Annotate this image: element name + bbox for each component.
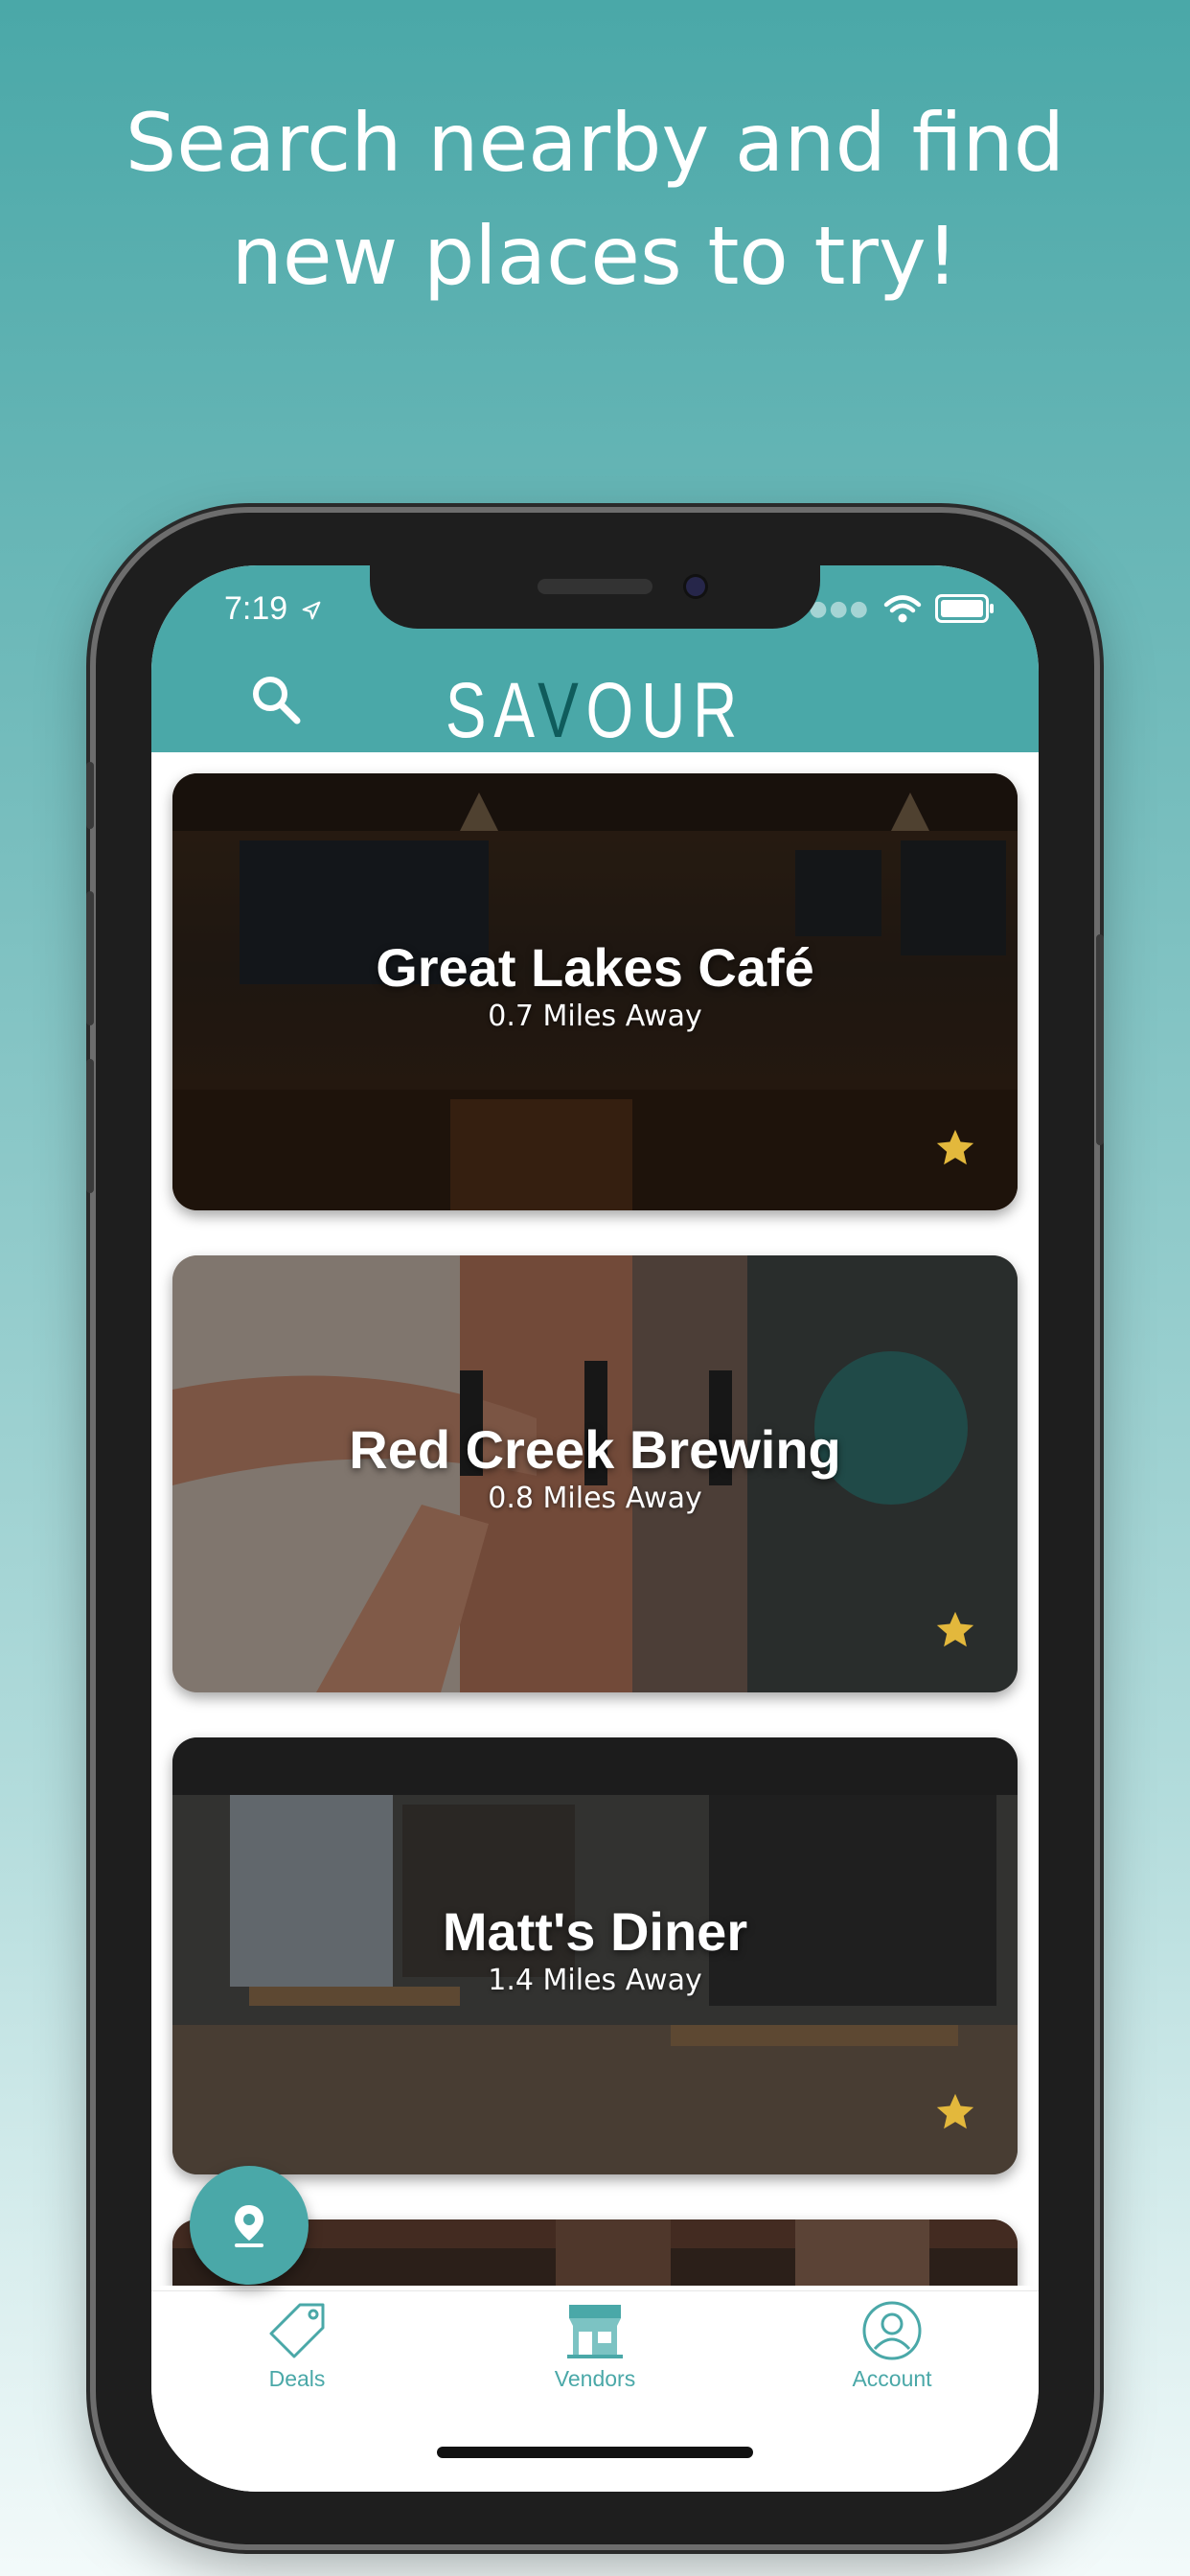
app-logo: SAVOUR <box>249 666 941 756</box>
map-location-button[interactable] <box>190 2166 309 2285</box>
speaker-grill <box>538 579 652 594</box>
promo-line-1: Search nearby and find <box>125 96 1065 190</box>
battery-icon <box>935 594 994 623</box>
vendor-card[interactable]: Matt's Diner 1.4 Miles Away <box>172 1737 1018 2174</box>
volume-down-button <box>86 1059 94 1193</box>
logo-part-2: V <box>538 667 586 754</box>
vendor-distance: 0.7 Miles Away <box>488 1000 702 1033</box>
phone-frame: 7:19 ●●●● SAVOUR Great Lakes Café 0.7 Mi… <box>86 513 1104 2544</box>
favorite-star-icon[interactable] <box>933 1126 977 1170</box>
status-time: 7:19 <box>224 590 322 628</box>
wifi-icon <box>883 595 922 623</box>
favorite-star-icon[interactable] <box>933 2090 977 2134</box>
app-screen: 7:19 ●●●● SAVOUR Great Lakes Café 0.7 Mi… <box>151 565 1039 2492</box>
promo-line-2: new places to try! <box>231 209 959 303</box>
vendor-distance: 1.4 Miles Away <box>488 1964 702 1997</box>
logo-part-1: SA <box>445 667 538 754</box>
tab-vendors[interactable]: Vendors <box>499 2299 691 2392</box>
person-icon <box>862 2301 922 2360</box>
vendor-name: Matt's Diner <box>442 1901 748 1962</box>
promo-headline: Search nearby and find new places to try… <box>0 86 1190 312</box>
vendor-list[interactable]: Great Lakes Café 0.7 Miles Away Red Cree… <box>151 752 1039 2286</box>
vendor-card[interactable]: Great Lakes Café 0.7 Miles Away <box>172 773 1018 1210</box>
map-pin-icon <box>235 2205 263 2247</box>
logo-part-3: OUR <box>585 667 745 754</box>
status-icons: ●●●● <box>789 594 994 623</box>
location-arrow-icon <box>302 601 320 620</box>
device-notch <box>370 565 820 629</box>
status-time-text: 7:19 <box>224 590 288 627</box>
home-indicator[interactable] <box>437 2447 753 2458</box>
power-button <box>1096 934 1104 1145</box>
tab-deals-label: Deals <box>268 2366 326 2391</box>
front-camera <box>686 577 705 596</box>
mute-switch <box>86 762 94 829</box>
vendor-distance: 0.8 Miles Away <box>488 1482 702 1515</box>
vendor-card[interactable]: Red Creek Brewing 0.8 Miles Away <box>172 1255 1018 1692</box>
vendor-name: Red Creek Brewing <box>349 1419 841 1480</box>
favorite-star-icon[interactable] <box>933 1608 977 1652</box>
vendor-name: Great Lakes Café <box>376 937 814 998</box>
tag-icon <box>269 2303 325 2358</box>
tab-account-label: Account <box>852 2366 932 2391</box>
tab-bar: Deals Vendors Account <box>151 2290 1039 2492</box>
tab-deals[interactable]: Deals <box>201 2299 393 2392</box>
tab-account[interactable]: Account <box>796 2299 988 2392</box>
tab-vendors-label: Vendors <box>554 2366 636 2391</box>
storefront-icon <box>567 2305 623 2358</box>
volume-up-button <box>86 891 94 1025</box>
